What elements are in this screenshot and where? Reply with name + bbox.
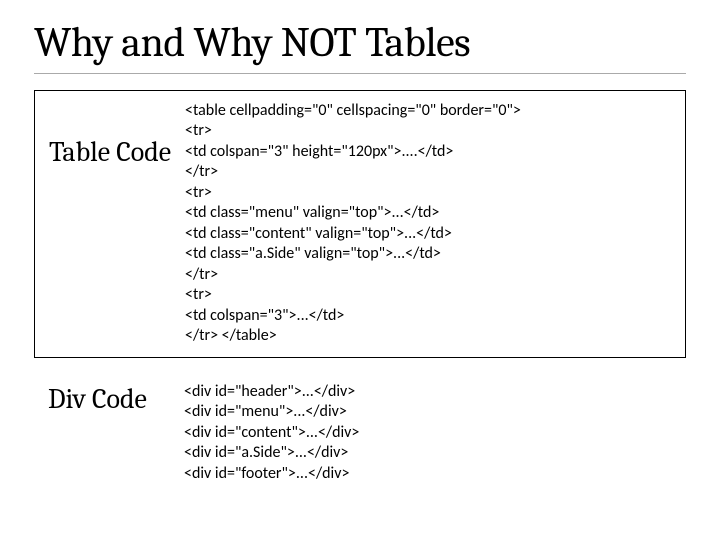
page-title: Why and Why NOT Tables: [34, 18, 686, 74]
section-table-code: Table Code <table cellpadding="0" cellsp…: [34, 90, 686, 358]
section-label-table: Table Code: [35, 101, 185, 168]
section-div-code: Div Code <div id="header">...</div> <div…: [34, 376, 686, 484]
code-block-div: <div id="header">...</div> <div id="menu…: [184, 382, 686, 484]
code-block-table: <table cellpadding="0" cellspacing="0" b…: [185, 101, 673, 347]
section-label-div: Div Code: [34, 382, 184, 415]
